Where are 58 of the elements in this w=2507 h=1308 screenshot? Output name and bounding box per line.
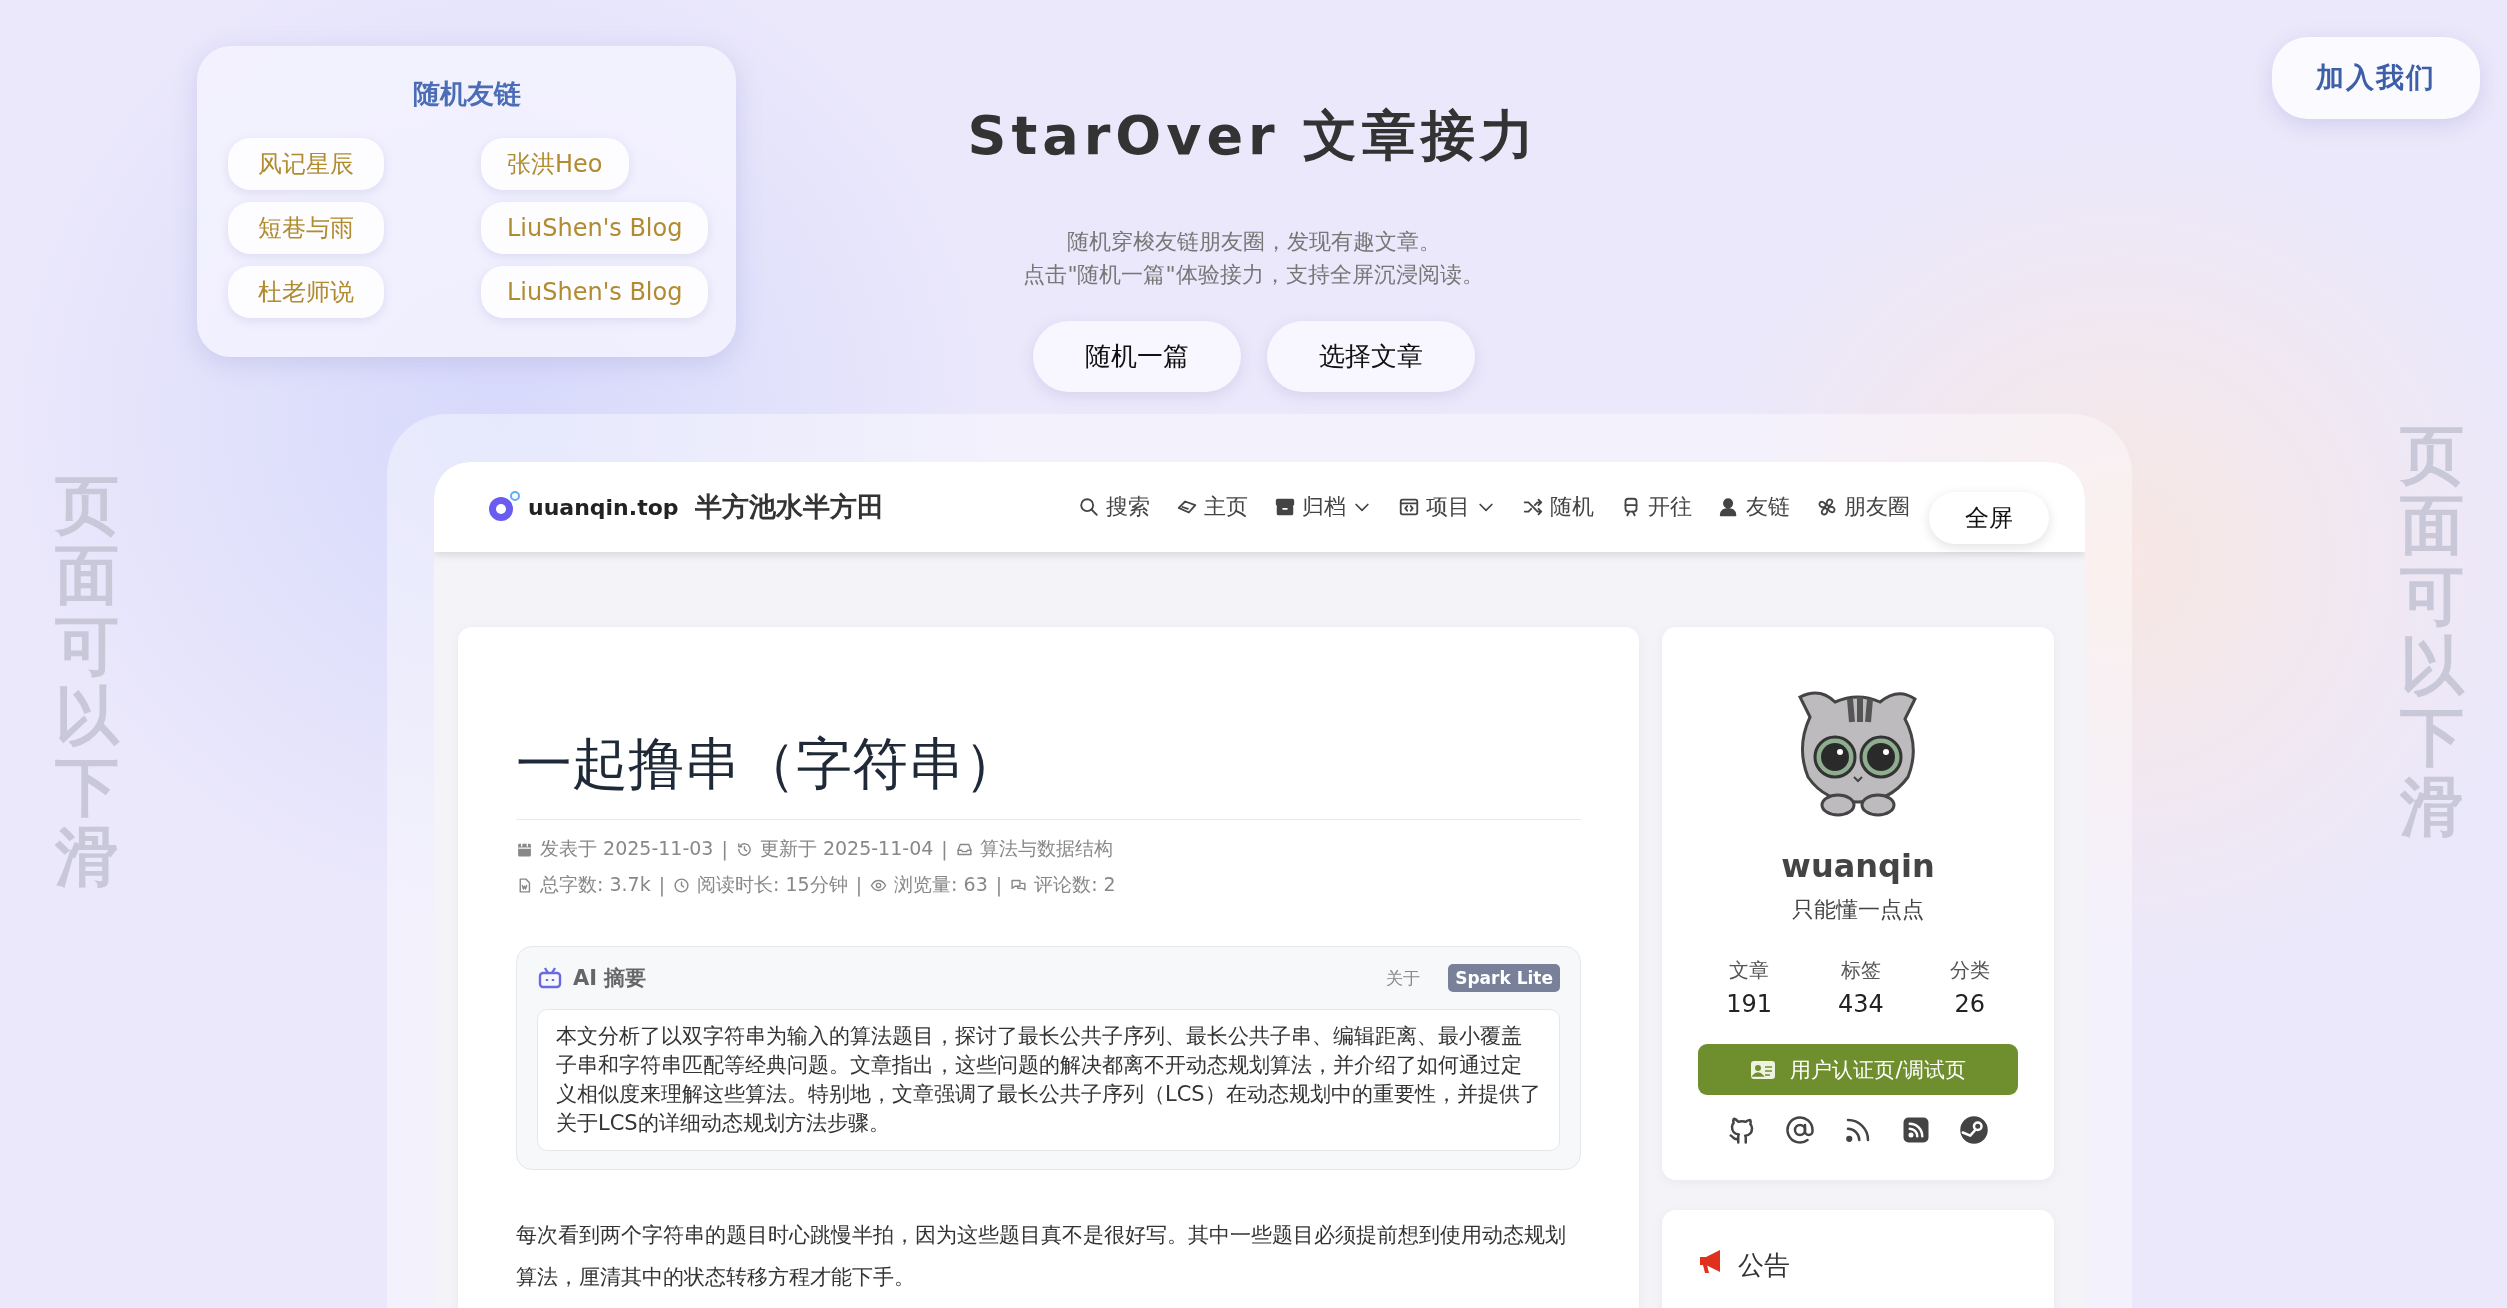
id-card-icon <box>1750 1059 1777 1080</box>
site-name[interactable]: 半方池水半方田 <box>694 489 884 525</box>
meta-text: 评论数: 2 <box>1034 872 1116 897</box>
meta-text: 更新于 2025-11-04 <box>759 836 934 861</box>
auth-page-button[interactable]: 用户认证页/调试页 <box>1698 1044 2018 1095</box>
friend-links-title: 随机友链 <box>412 77 522 111</box>
page-title: StarOver 文章接力 <box>967 103 1540 169</box>
page-subtitle: 随机穿梭友链朋友圈，发现有趣文章。 点击"随机一篇"体验接力，支持全屏沉浸阅读。 <box>1023 228 1484 289</box>
nav-item[interactable]: 朋友圈 <box>1816 492 1910 522</box>
shuffle-icon <box>1522 496 1544 518</box>
clock-icon <box>673 876 691 894</box>
meta-text: 总字数: 3.7k <box>540 872 651 897</box>
rss-square-icon <box>1901 1115 1931 1145</box>
stat-value: 191 <box>1726 990 1772 1018</box>
site-logo-text[interactable]: uuanqin.top <box>528 494 679 520</box>
nav-item[interactable]: 主页 <box>1176 492 1248 522</box>
nav-item[interactable]: 归档 <box>1274 492 1372 522</box>
archive-icon <box>1274 496 1296 518</box>
meta-text: 阅读时长: 15分钟 <box>697 872 848 897</box>
nav-item[interactable]: 项目 <box>1398 492 1496 522</box>
fan-icon <box>1816 496 1838 518</box>
nav-item[interactable]: 随机 <box>1522 492 1594 522</box>
stat-value: 434 <box>1838 990 1884 1018</box>
robot-icon <box>537 966 563 990</box>
logo-icon <box>486 490 522 524</box>
stat-label: 分类 <box>1949 957 1990 984</box>
history-icon <box>735 840 753 858</box>
ai-summary-title: AI 摘要 <box>573 965 647 992</box>
profile-name: wuanqin <box>1781 847 1935 885</box>
join-button[interactable]: 加入我们 <box>2272 37 2480 119</box>
article-paragraph: 每次看到两个字符串的题目时心跳慢半拍，因为这些题目真不是很好写。其中一些题目必须提前想到使用动态规划算法，厘清其中的状态转移方程才能下手。 <box>516 1222 1567 1291</box>
nav-item[interactable]: 开往 <box>1620 492 1692 522</box>
meta-separator: | <box>658 874 666 896</box>
action-button[interactable]: 选择文章 <box>1266 321 1475 392</box>
article-title: 一起撸串（字符串） <box>516 727 1581 820</box>
calendar-icon <box>516 840 533 858</box>
meta-separator: | <box>941 838 948 860</box>
meta-text: 算法与数据结构 <box>979 836 1113 861</box>
steam-icon <box>1959 1115 1989 1145</box>
ai-summary-text: 本文分析了以双字符串为输入的算法题目，探讨了最长公共子序列、最长公共子串、编辑距离、最小覆盖子串和字符串匹配等经典问题。文章指出，这些问题的解决都离不开动态规划算法，并介绍了如何通过定义相似度来理解这些算法。特别地，文章强调了最长公共子序列（LCS）在动态规划中的重要性，并提供了关于LCS的详细动态规划方法步骤。 <box>537 1009 1560 1151</box>
profile-bio: 只能懂一点点 <box>1792 896 1924 924</box>
meta-text: 浏览量: 63 <box>894 872 988 897</box>
stat-label: 文章 <box>1729 957 1770 984</box>
at-sign-icon <box>1785 1115 1815 1145</box>
meta-text: 发表于 2025-11-03 <box>540 836 714 861</box>
meta-separator: | <box>855 874 863 896</box>
announcement-title: 公告 <box>1738 1249 1790 1282</box>
model-badge: Spark Lite <box>1448 964 1560 992</box>
action-button[interactable]: 随机一篇 <box>1032 321 1241 392</box>
stat-label: 标签 <box>1840 957 1881 984</box>
nav-item[interactable]: 搜索 <box>1078 492 1150 522</box>
code-window-icon <box>1398 496 1420 518</box>
fullscreen-button[interactable]: 全屏 <box>1929 492 2049 544</box>
stat-value: 26 <box>1954 990 1986 1018</box>
meta-separator: | <box>721 838 728 860</box>
search-icon <box>1078 496 1100 518</box>
meta-separator: | <box>995 874 1003 896</box>
nav-item[interactable]: 友链 <box>1718 492 1790 522</box>
